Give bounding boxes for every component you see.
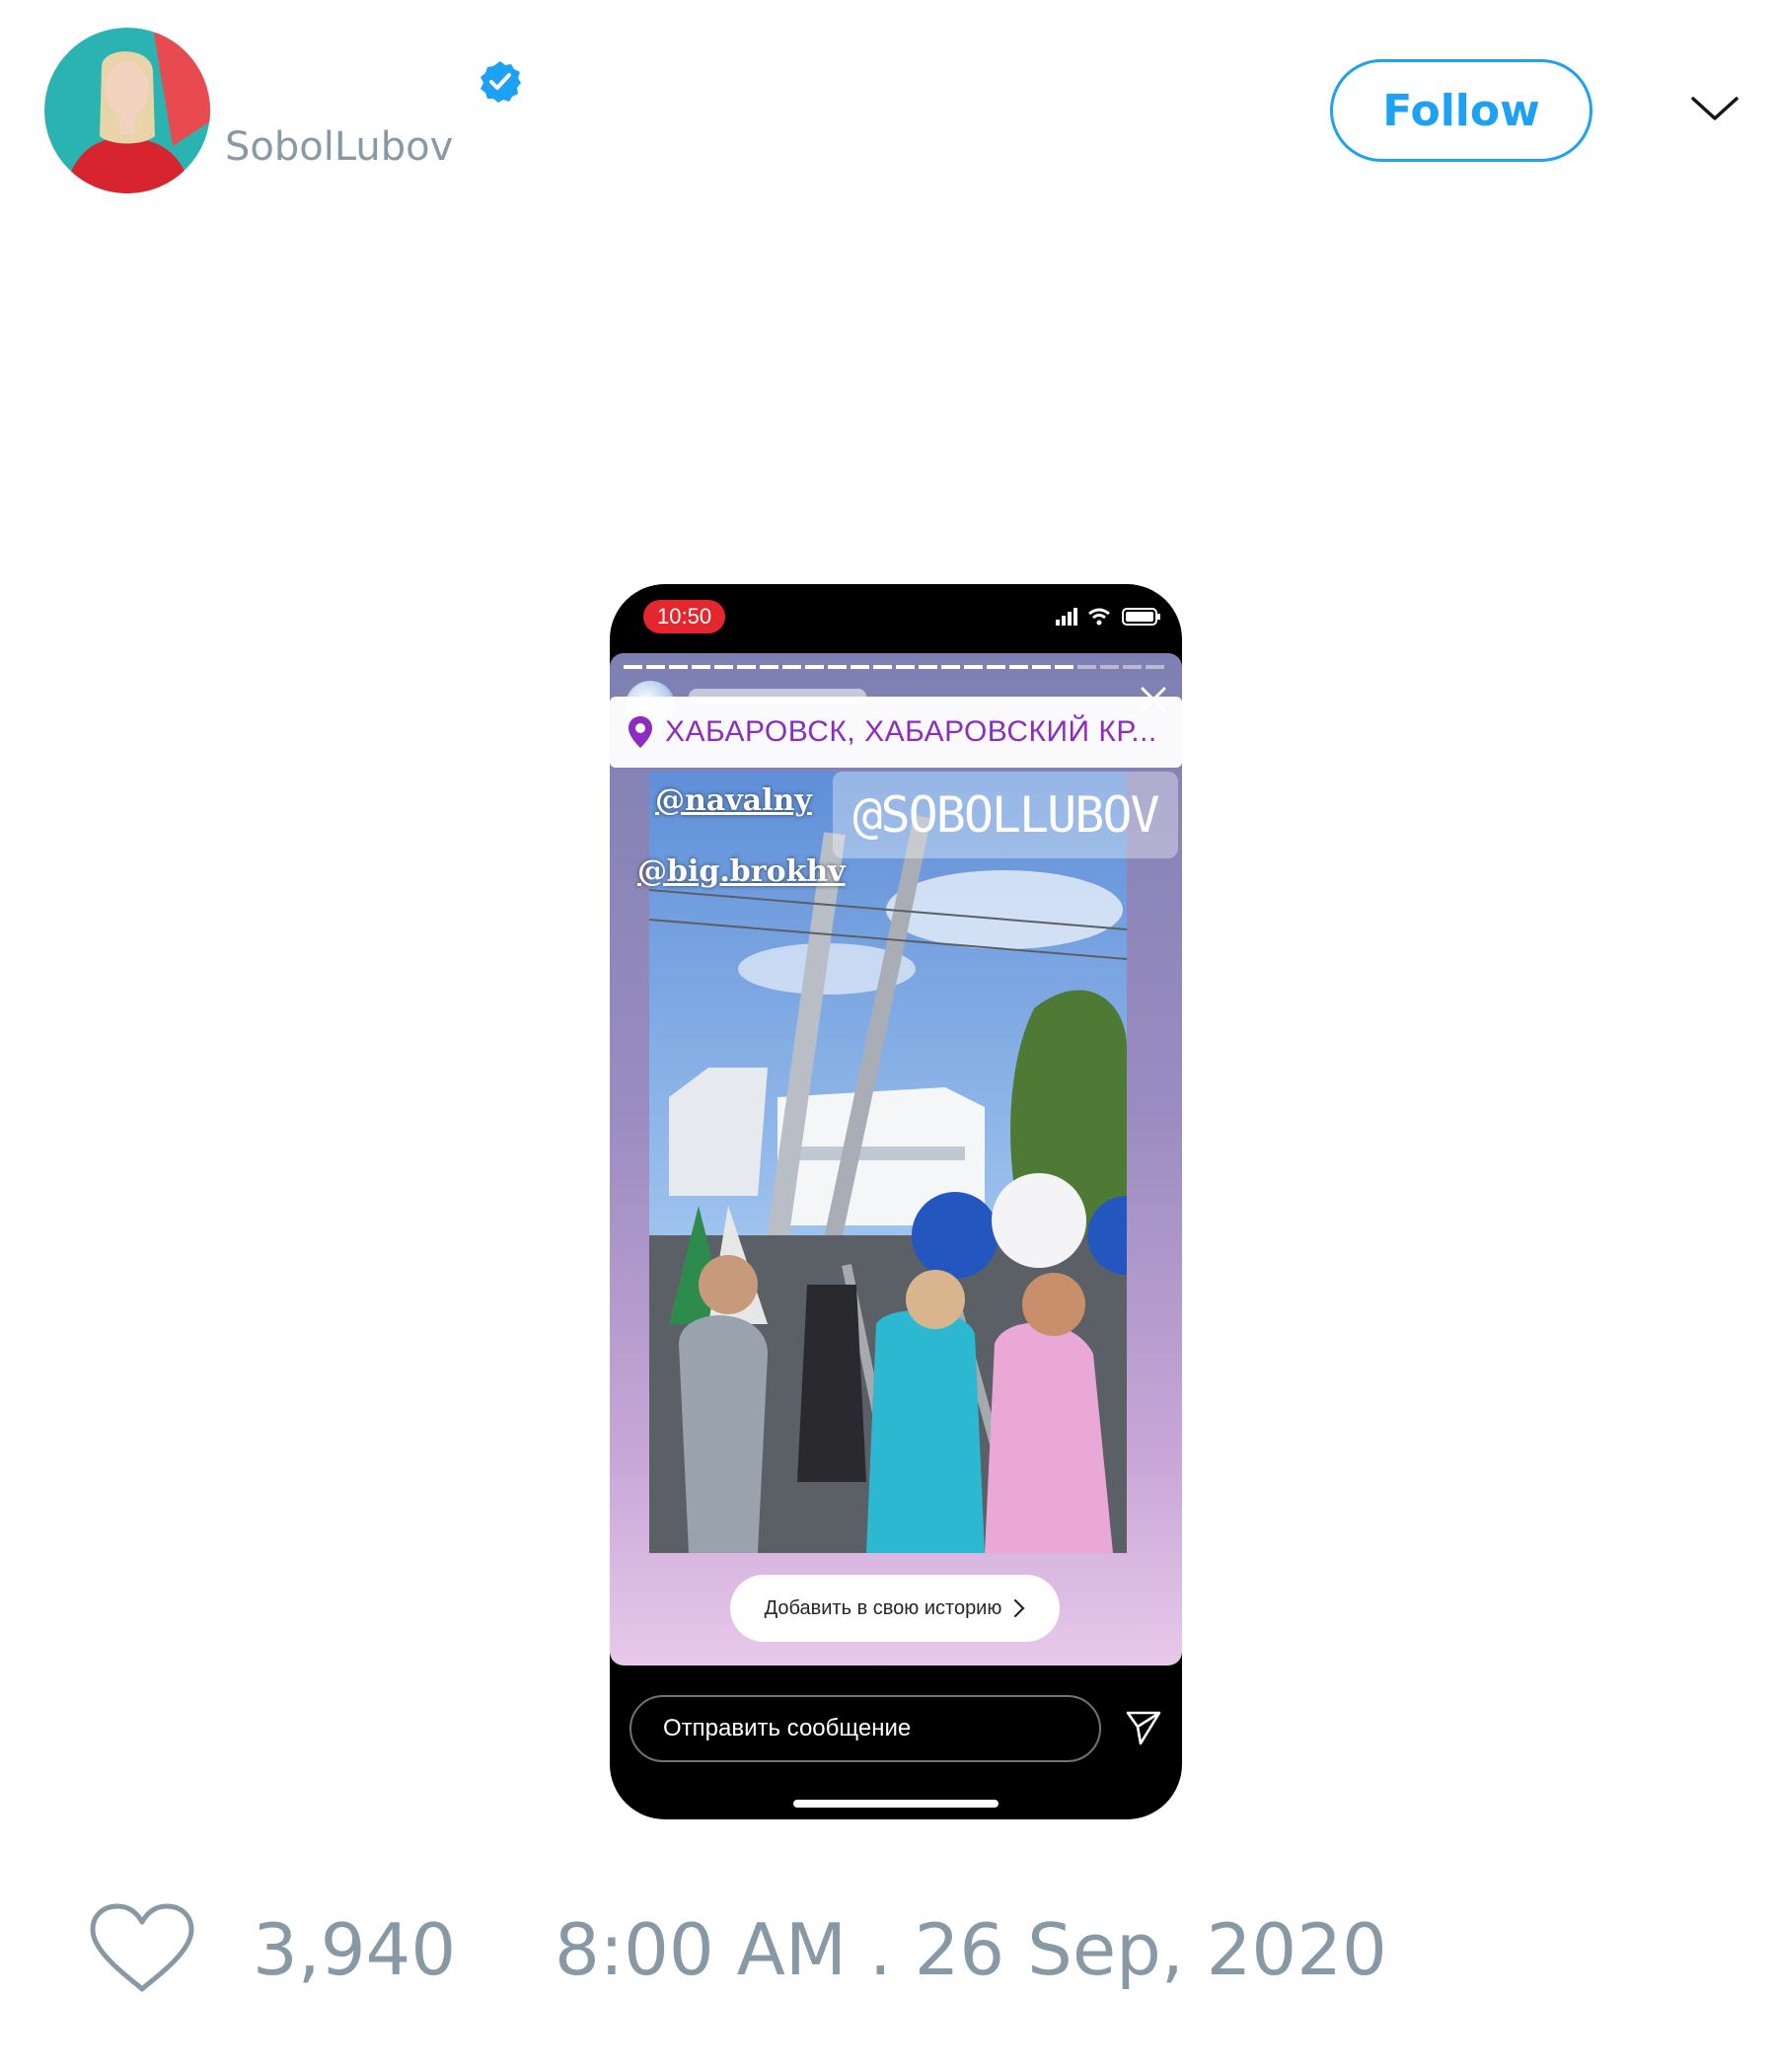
verified-badge-icon [478, 59, 523, 105]
mention-navalny[interactable]: @navalny [655, 783, 812, 818]
location-pin-icon [629, 716, 652, 748]
status-time: 10:50 [643, 600, 726, 633]
status-icons [1056, 604, 1164, 628]
send-message-input[interactable] [629, 1695, 1101, 1762]
phone-status-bar: 10:50 [610, 584, 1182, 651]
add-to-story-label: Добавить в свою историю [764, 1596, 1002, 1619]
tweet-timestamp[interactable]: 8:00 AM . 26 Sep, 2020 [555, 1908, 1387, 1991]
message-row [629, 1695, 1162, 1764]
location-sticker[interactable]: ХАБАРОВСК, ХАБАРОВСКИЙ КР... [610, 697, 1182, 768]
avatar[interactable] [44, 28, 210, 193]
location-label: ХАБАРОВСК, ХАБАРОВСКИЙ КР... [665, 715, 1157, 748]
user-handle[interactable]: SobolLubov [225, 124, 453, 170]
handle-sticker[interactable]: @SOBOLLUBOV [833, 772, 1178, 858]
add-to-story-button[interactable]: Добавить в свою историю [730, 1575, 1060, 1642]
follow-button[interactable]: Follow [1330, 59, 1592, 162]
chevron-right-icon [1014, 1598, 1025, 1618]
chevron-down-icon[interactable] [1689, 91, 1740, 126]
mention-big-brokhv[interactable]: @big.brokhv [637, 854, 846, 889]
heart-icon[interactable] [89, 1902, 195, 1995]
like-count: 3,940 [253, 1908, 457, 1991]
tweet-media-video[interactable]: 10:50 ХАБАРОВСК, ХАБАРОВСКИЙ КР... @nava… [610, 584, 1182, 1819]
story-frame: ХАБАРОВСК, ХАБАРОВСКИЙ КР... @navalny @b… [610, 653, 1182, 1665]
story-progress-bar [624, 665, 1164, 669]
send-icon[interactable] [1125, 1709, 1162, 1746]
home-indicator [793, 1800, 999, 1808]
